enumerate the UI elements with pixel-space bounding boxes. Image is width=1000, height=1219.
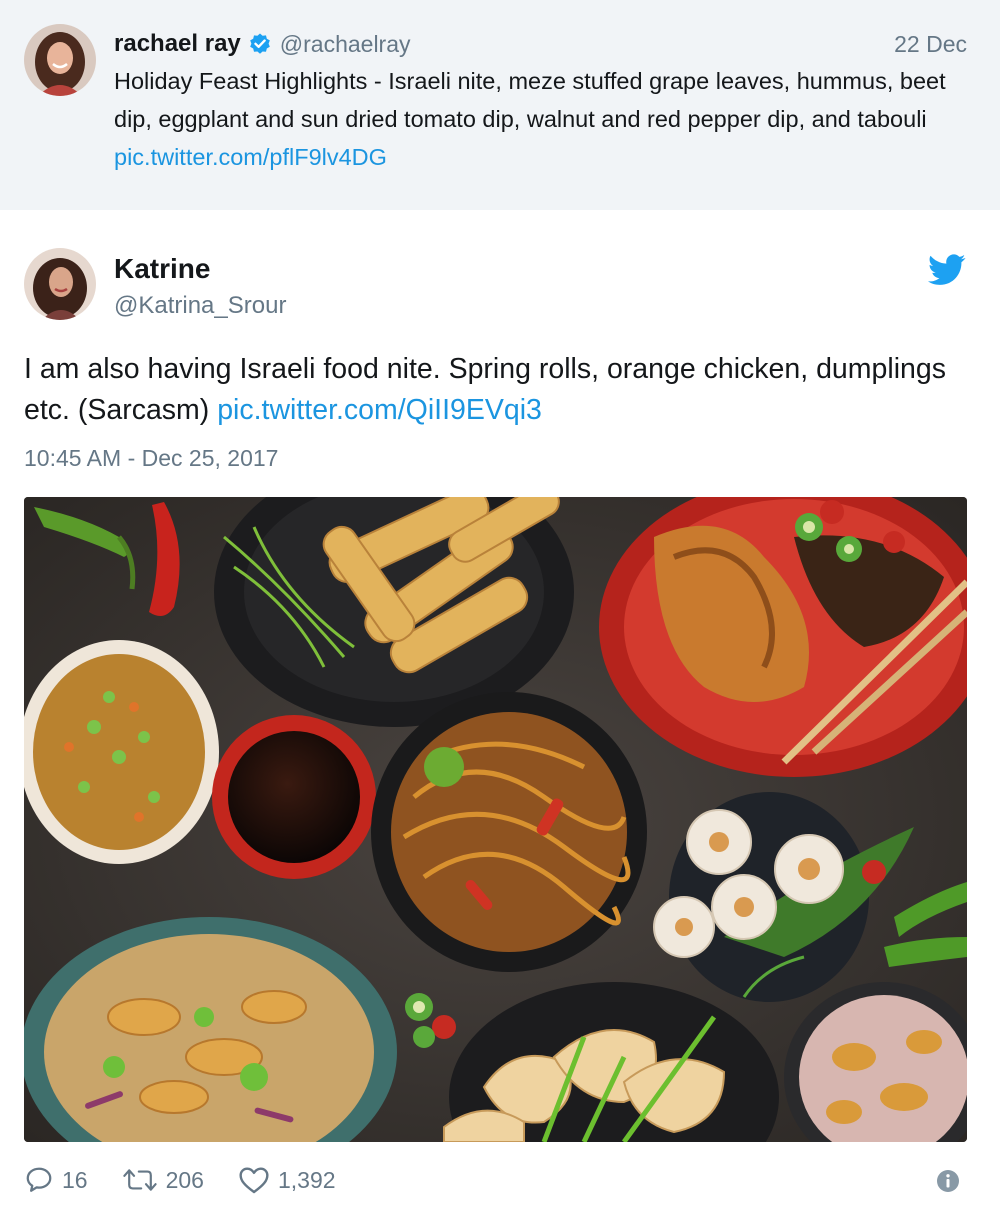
quoted-tweet-link[interactable]: pic.twitter.com/pflF9lv4DG <box>114 144 387 170</box>
author-name[interactable]: Katrine <box>114 252 210 286</box>
tweet-text: I am also having Israeli food nite. Spri… <box>24 349 974 431</box>
tweet-timestamp[interactable]: 10:45 AM - Dec 25, 2017 <box>24 442 278 474</box>
quoted-tweet-date[interactable]: 22 Dec <box>894 28 967 60</box>
like-button[interactable]: 1,392 <box>238 1165 336 1195</box>
quoted-tweet[interactable]: rachael ray @rachaelray 22 Dec Holiday F… <box>0 0 1000 210</box>
reply-button[interactable]: 16 <box>24 1165 88 1195</box>
quoted-author-handle[interactable]: @rachaelray <box>280 31 411 58</box>
quoted-header: rachael ray @rachaelray <box>114 28 411 60</box>
quoted-tweet-text: Holiday Feast Highlights - Israeli nite,… <box>114 62 974 176</box>
author-handle[interactable]: @Katrina_Srour <box>114 290 286 322</box>
like-count: 1,392 <box>277 1166 336 1193</box>
retweet-icon <box>122 1169 157 1191</box>
quoted-author-avatar[interactable] <box>24 24 96 96</box>
retweet-count: 206 <box>165 1166 204 1193</box>
tweet-photo[interactable] <box>24 497 967 1142</box>
reply-icon <box>26 1167 52 1192</box>
retweet-button[interactable]: 206 <box>122 1165 204 1195</box>
reply-count: 16 <box>62 1166 88 1193</box>
heart-icon <box>239 1167 269 1194</box>
twitter-bird-icon[interactable] <box>928 254 966 286</box>
tweet-actions: 16 206 1,392 <box>24 1160 974 1200</box>
verified-badge-icon <box>249 33 270 54</box>
info-icon[interactable] <box>936 1169 960 1193</box>
author-avatar[interactable] <box>24 248 96 320</box>
quoted-tweet-body: Holiday Feast Highlights - Israeli nite,… <box>114 68 946 132</box>
quoted-author-name[interactable]: rachael ray <box>114 30 241 58</box>
tweet-link[interactable]: pic.twitter.com/QiII9EVqi3 <box>217 394 542 426</box>
